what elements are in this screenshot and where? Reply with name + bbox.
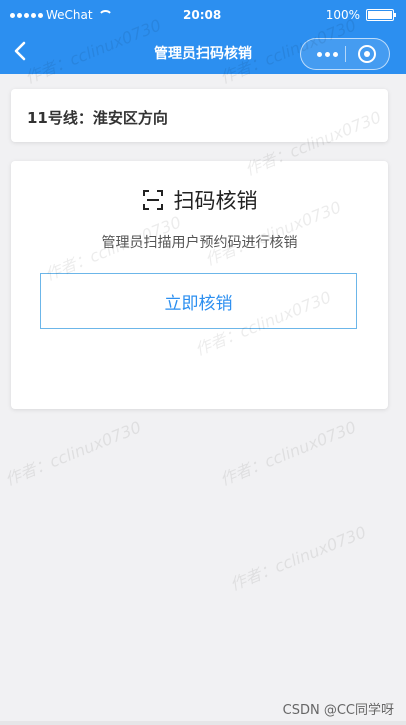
watermark: 作者：cclinux0730 — [2, 417, 144, 490]
capsule-divider — [345, 46, 346, 62]
scan-header: 扫码核销 — [11, 185, 388, 215]
line-card: 11号线：淮安区方向 — [11, 89, 388, 142]
scan-icon — [142, 190, 163, 210]
status-left: WeChat — [10, 8, 113, 22]
watermark: 作者：cclinux0730 — [217, 417, 359, 490]
verify-now-button[interactable]: 立即核销 — [40, 273, 357, 329]
scan-card: 扫码核销 管理员扫描用户预约码进行核销 立即核销 — [11, 161, 388, 409]
source-watermark: CSDN @CC同学呀 — [282, 703, 394, 718]
target-icon[interactable] — [358, 45, 376, 63]
battery-icon — [366, 9, 396, 21]
battery-percent: 100% — [325, 8, 360, 22]
bottom-edge — [0, 721, 406, 725]
status-time: 20:08 — [183, 8, 222, 22]
status-right: 100% — [325, 8, 396, 22]
watermark: 作者：cclinux0730 — [227, 522, 369, 595]
status-bar: WeChat 20:08 100% — [0, 0, 406, 30]
wifi-icon — [97, 10, 113, 20]
line-direction-label: 11号线：淮安区方向 — [27, 109, 168, 127]
scan-title: 扫码核销 — [173, 189, 258, 213]
signal-dots-icon — [10, 12, 43, 18]
carrier-label: WeChat — [46, 8, 93, 22]
scan-description: 管理员扫描用户预约码进行核销 — [101, 235, 298, 251]
more-dots-icon[interactable] — [317, 52, 338, 57]
nav-bar: 管理员扫码核销 — [0, 30, 406, 74]
mini-program-capsule — [300, 38, 390, 70]
